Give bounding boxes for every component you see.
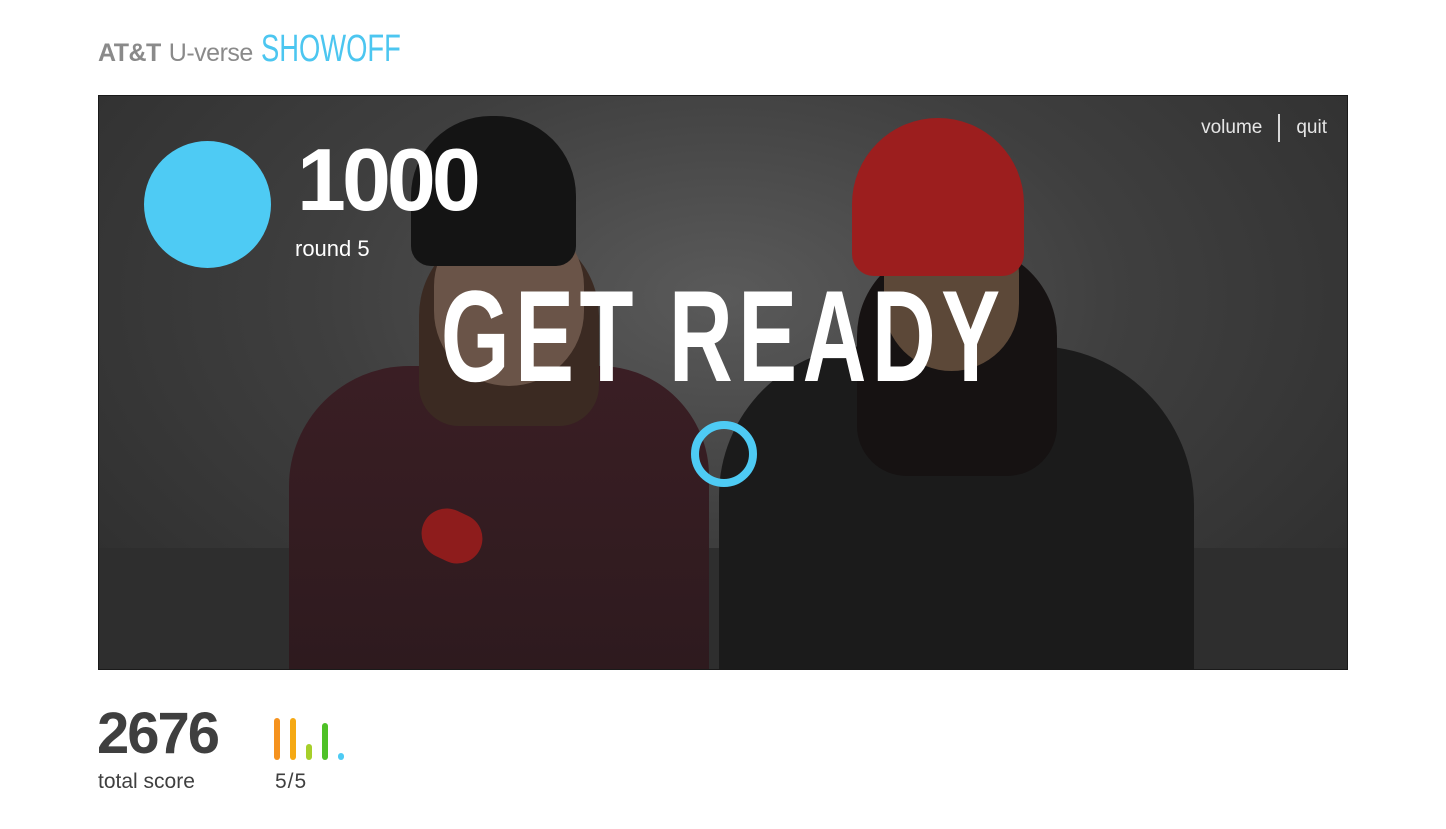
get-ready-heading: GET READY <box>99 271 1347 401</box>
get-ready-text: GET READY <box>440 263 1006 409</box>
round-bar-2 <box>290 718 296 760</box>
stage-controls: volume quit <box>1201 114 1327 142</box>
volume-button[interactable]: volume <box>1201 117 1262 139</box>
round-bars-chart <box>274 710 354 760</box>
round-bar-1 <box>274 718 280 760</box>
round-bar-3 <box>306 744 312 760</box>
rounds-progress-label: 5/5 <box>275 770 308 793</box>
app-logo: AT&T U-verse SHOWOFF <box>98 28 455 72</box>
round-bar-5 <box>338 753 344 760</box>
quit-button[interactable]: quit <box>1296 117 1327 139</box>
person-right-beanie <box>852 118 1024 276</box>
logo-att: AT&T <box>98 39 161 67</box>
score-indicator-icon <box>144 141 271 268</box>
round-points: 1000 <box>297 130 481 229</box>
round-bar-4 <box>322 723 328 760</box>
round-label: round 5 <box>295 236 370 261</box>
loading-ring-icon <box>691 421 757 487</box>
video-stage: volume quit 1000 round 5 GET READY <box>98 95 1348 670</box>
logo-uverse: U-verse <box>168 39 254 67</box>
total-score-label: total score <box>98 770 195 793</box>
controls-divider <box>1278 114 1281 142</box>
logo-showoff: SHOWOFF <box>260 28 401 70</box>
total-score-value: 2676 <box>97 701 220 766</box>
